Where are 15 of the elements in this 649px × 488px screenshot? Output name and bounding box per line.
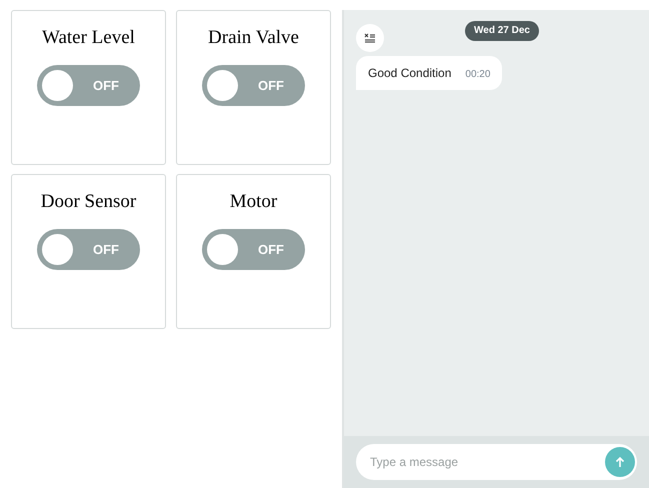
toggle-switch[interactable]: OFF [37, 65, 140, 106]
switch-label: Water Level [42, 26, 135, 50]
arrow-up-icon [615, 456, 625, 468]
switch-label: Door Sensor [40, 190, 136, 214]
menu-button[interactable] [356, 24, 384, 52]
date-badge: Wed 27 Dec [465, 21, 539, 41]
switch-label: Motor [230, 190, 278, 214]
list-icon [364, 33, 376, 43]
message-time: 00:20 [465, 68, 490, 82]
message-field[interactable]: Type a message [356, 444, 637, 480]
message-text: Good Condition [368, 65, 452, 82]
toggle-switch[interactable]: OFF [202, 229, 305, 270]
toggle-switch[interactable]: OFF [202, 65, 305, 106]
toggle-switch[interactable]: OFF [37, 229, 140, 270]
switch-label: Drain Valve [208, 26, 299, 50]
